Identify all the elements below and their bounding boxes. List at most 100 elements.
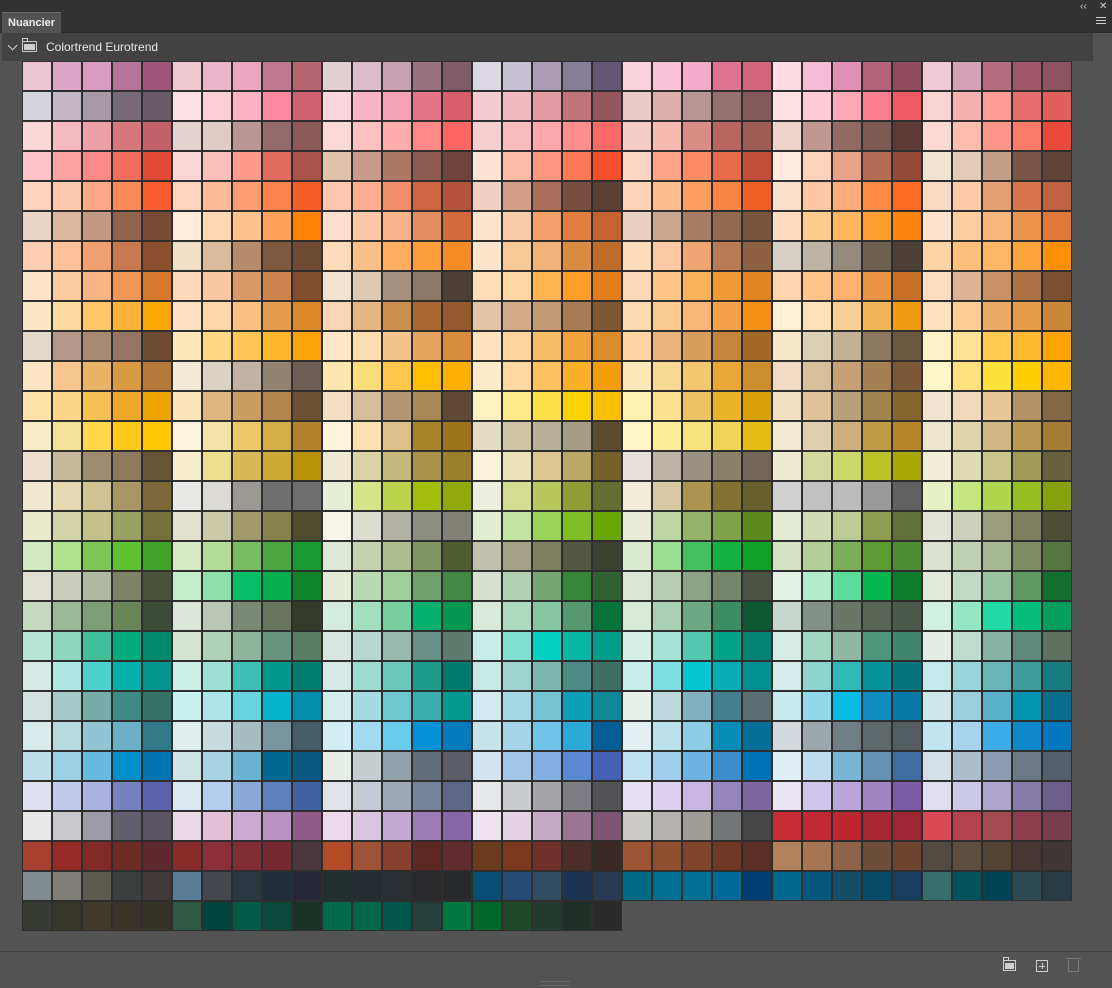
swatch[interactable] bbox=[712, 61, 742, 91]
swatch[interactable] bbox=[532, 511, 562, 541]
swatch[interactable] bbox=[412, 151, 442, 181]
swatch[interactable] bbox=[862, 361, 892, 391]
swatch[interactable] bbox=[892, 211, 922, 241]
swatch[interactable] bbox=[172, 481, 202, 511]
swatch[interactable] bbox=[952, 691, 982, 721]
swatch[interactable] bbox=[622, 391, 652, 421]
new-folder-icon[interactable] bbox=[1003, 957, 1016, 971]
swatch[interactable] bbox=[952, 781, 982, 811]
swatch[interactable] bbox=[412, 361, 442, 391]
swatch[interactable] bbox=[652, 331, 682, 361]
swatch[interactable] bbox=[322, 421, 352, 451]
swatch[interactable] bbox=[652, 661, 682, 691]
swatch[interactable] bbox=[442, 421, 472, 451]
swatch[interactable] bbox=[652, 241, 682, 271]
swatch[interactable] bbox=[412, 571, 442, 601]
swatch[interactable] bbox=[742, 541, 772, 571]
swatch[interactable] bbox=[262, 391, 292, 421]
swatch[interactable] bbox=[442, 211, 472, 241]
swatch[interactable] bbox=[502, 241, 532, 271]
swatch[interactable] bbox=[322, 301, 352, 331]
swatch[interactable] bbox=[1012, 841, 1042, 871]
swatch[interactable] bbox=[832, 241, 862, 271]
swatch[interactable] bbox=[142, 121, 172, 151]
swatch[interactable] bbox=[412, 211, 442, 241]
swatch[interactable] bbox=[382, 571, 412, 601]
swatch[interactable] bbox=[172, 871, 202, 901]
swatch[interactable] bbox=[82, 511, 112, 541]
swatch[interactable] bbox=[382, 691, 412, 721]
swatch[interactable] bbox=[52, 181, 82, 211]
swatch[interactable] bbox=[22, 871, 52, 901]
swatch[interactable] bbox=[22, 811, 52, 841]
swatch[interactable] bbox=[82, 871, 112, 901]
swatch[interactable] bbox=[412, 901, 442, 931]
swatch[interactable] bbox=[292, 871, 322, 901]
swatch[interactable] bbox=[742, 271, 772, 301]
swatch[interactable] bbox=[802, 61, 832, 91]
swatch[interactable] bbox=[172, 721, 202, 751]
swatch[interactable] bbox=[832, 61, 862, 91]
swatch[interactable] bbox=[592, 181, 622, 211]
swatch[interactable] bbox=[82, 211, 112, 241]
swatch[interactable] bbox=[1042, 121, 1072, 151]
swatch[interactable] bbox=[742, 751, 772, 781]
swatch[interactable] bbox=[52, 751, 82, 781]
swatch[interactable] bbox=[982, 751, 1012, 781]
swatch[interactable] bbox=[712, 481, 742, 511]
swatch[interactable] bbox=[472, 151, 502, 181]
swatch[interactable] bbox=[712, 361, 742, 391]
swatch[interactable] bbox=[952, 481, 982, 511]
swatch[interactable] bbox=[922, 121, 952, 151]
swatch[interactable] bbox=[202, 601, 232, 631]
swatch[interactable] bbox=[1042, 211, 1072, 241]
swatch[interactable] bbox=[922, 841, 952, 871]
swatch[interactable] bbox=[622, 361, 652, 391]
swatch[interactable] bbox=[442, 811, 472, 841]
swatch[interactable] bbox=[112, 181, 142, 211]
swatch[interactable] bbox=[82, 151, 112, 181]
swatch[interactable] bbox=[202, 451, 232, 481]
swatch[interactable] bbox=[892, 631, 922, 661]
swatch[interactable] bbox=[802, 721, 832, 751]
swatch[interactable] bbox=[442, 871, 472, 901]
swatch[interactable] bbox=[922, 421, 952, 451]
swatch[interactable] bbox=[22, 391, 52, 421]
swatch[interactable] bbox=[292, 391, 322, 421]
swatch[interactable] bbox=[442, 601, 472, 631]
swatch[interactable] bbox=[652, 541, 682, 571]
swatch[interactable] bbox=[22, 421, 52, 451]
swatch[interactable] bbox=[682, 601, 712, 631]
swatch[interactable] bbox=[292, 781, 322, 811]
swatch[interactable] bbox=[412, 181, 442, 211]
swatch[interactable] bbox=[682, 181, 712, 211]
swatch[interactable] bbox=[682, 421, 712, 451]
swatch[interactable] bbox=[112, 61, 142, 91]
swatch[interactable] bbox=[712, 331, 742, 361]
swatch[interactable] bbox=[892, 91, 922, 121]
swatch[interactable] bbox=[232, 811, 262, 841]
swatch[interactable] bbox=[232, 391, 262, 421]
swatch[interactable] bbox=[832, 181, 862, 211]
swatch[interactable] bbox=[22, 61, 52, 91]
swatch[interactable] bbox=[172, 331, 202, 361]
swatch[interactable] bbox=[652, 121, 682, 151]
swatch[interactable] bbox=[112, 331, 142, 361]
swatch[interactable] bbox=[922, 451, 952, 481]
swatch[interactable] bbox=[202, 361, 232, 391]
swatch[interactable] bbox=[832, 481, 862, 511]
swatch[interactable] bbox=[172, 241, 202, 271]
swatch[interactable] bbox=[742, 601, 772, 631]
swatch[interactable] bbox=[982, 601, 1012, 631]
swatch[interactable] bbox=[292, 571, 322, 601]
swatch[interactable] bbox=[52, 541, 82, 571]
swatch[interactable] bbox=[412, 301, 442, 331]
swatch[interactable] bbox=[532, 91, 562, 121]
swatch[interactable] bbox=[712, 151, 742, 181]
swatch[interactable] bbox=[982, 721, 1012, 751]
swatch[interactable] bbox=[922, 211, 952, 241]
swatch[interactable] bbox=[772, 571, 802, 601]
swatch[interactable] bbox=[262, 91, 292, 121]
swatch[interactable] bbox=[172, 391, 202, 421]
swatch[interactable] bbox=[502, 781, 532, 811]
